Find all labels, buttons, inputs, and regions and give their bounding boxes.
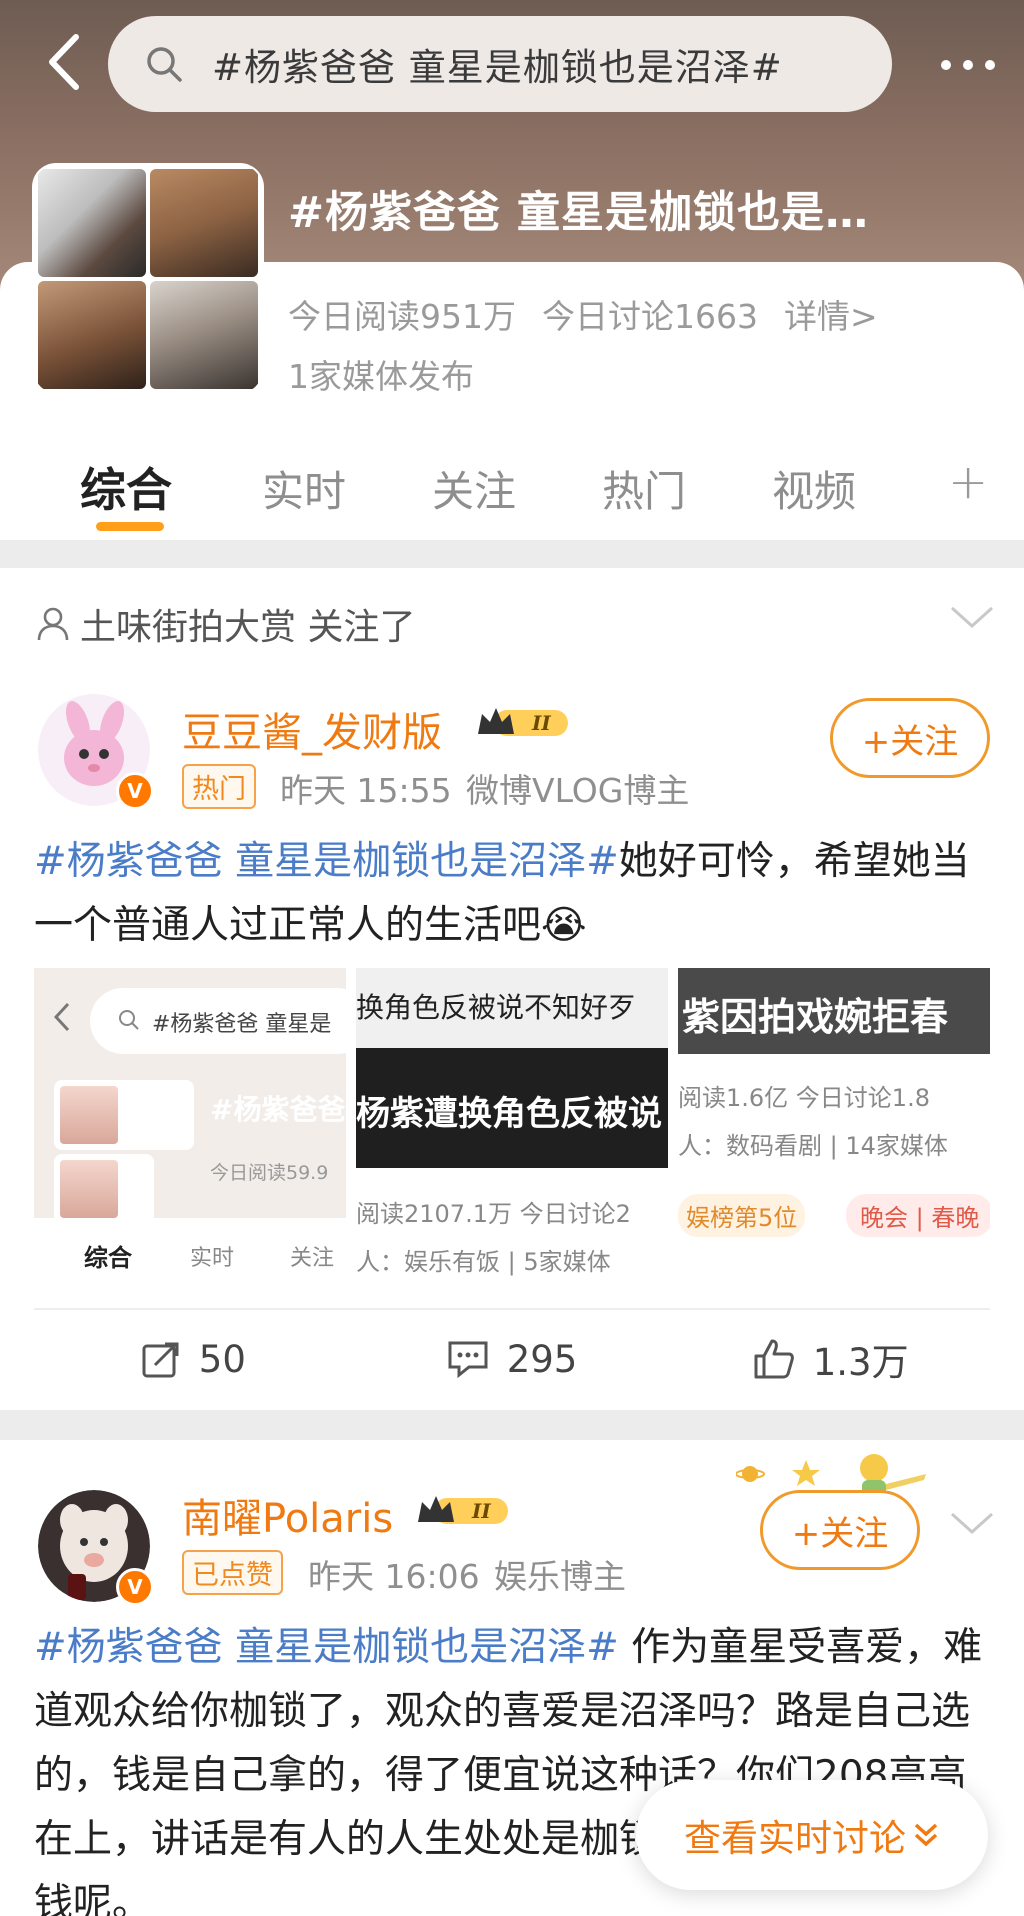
- post-source: 微博VLOG博主: [466, 771, 690, 810]
- mini-thumb: [54, 1154, 154, 1224]
- mini-read: 今日阅读59.9: [210, 1162, 329, 1184]
- thumbnail-tile: [150, 281, 258, 389]
- thumbnail-tile: [150, 169, 258, 277]
- follow-button[interactable]: +关注: [760, 1490, 920, 1570]
- comment-count: 295: [506, 1337, 578, 1381]
- mini-rank: 娱榜第5位: [678, 1194, 806, 1237]
- user-icon: [37, 607, 69, 641]
- mini-tab: 实时: [190, 1246, 235, 1271]
- view-realtime-button[interactable]: 查看实时讨论: [636, 1780, 988, 1890]
- username[interactable]: 南曜Polaris: [182, 1486, 393, 1544]
- more-dot-icon: [985, 60, 995, 70]
- hashtag-link[interactable]: #杨紫爸爸 童星是枷锁也是沼泽#: [34, 1625, 619, 1670]
- rank-badge-icon: II: [478, 708, 568, 736]
- details-link[interactable]: 详情>: [784, 290, 878, 338]
- hot-tag-badge: 热门: [182, 764, 256, 809]
- hashtag-link[interactable]: #杨紫爸爸 童星是枷锁也是沼泽#: [34, 839, 619, 884]
- more-options-button[interactable]: [920, 40, 1016, 90]
- mini-search-icon: [119, 1010, 139, 1030]
- thumbnail-tile: [38, 281, 146, 389]
- comment-button[interactable]: 295: [353, 1310, 672, 1408]
- mini-back-icon: [54, 1002, 70, 1032]
- post-image[interactable]: 紫因拍戏婉拒春 阅读1.6亿 今日讨论1.8 人：数码看剧 | 14家媒体 娱榜…: [678, 968, 990, 1288]
- rank-text: II: [471, 1499, 491, 1523]
- action-bar: 50 295 1.3万: [34, 1308, 990, 1408]
- like-count: 1.3万: [812, 1341, 909, 1384]
- like-button[interactable]: 1.3万: [671, 1310, 990, 1408]
- more-dot-icon: [963, 60, 973, 70]
- liked-tag-badge: 已点赞: [182, 1550, 283, 1595]
- repost-icon: [142, 1342, 179, 1378]
- mini-read: 阅读2107.1万 今日讨论2: [356, 1200, 631, 1228]
- topic-title: #杨紫爸爸 童星是枷锁也是…: [288, 188, 869, 238]
- topic-stats: 今日阅读951万 今日讨论1663 详情>: [288, 290, 878, 338]
- mini-who: 人：数码看剧 | 14家媒体: [678, 1132, 948, 1160]
- comment-icon: [448, 1341, 488, 1379]
- discuss-today: 今日讨论1663: [542, 297, 758, 336]
- mini-read: 阅读1.6亿 今日讨论1.8: [678, 1084, 930, 1112]
- active-tab-indicator: [96, 522, 164, 531]
- mini-title: #杨紫爸爸 童: [210, 1093, 346, 1126]
- post-time: 昨天 15:55: [280, 771, 452, 810]
- rank-badge-icon: II: [418, 1496, 508, 1524]
- mini-top-text: 换角色反被说不知好歹: [356, 991, 637, 1024]
- read-today: 今日阅读951万: [288, 297, 516, 336]
- avatar[interactable]: V: [38, 694, 154, 810]
- mini-top-text: 紫因拍戏婉拒春: [682, 995, 949, 1039]
- follow-note: 土味街拍大赏 关注了: [36, 598, 415, 650]
- mini-tab: 综合: [84, 1244, 132, 1272]
- more-dot-icon: [941, 60, 951, 70]
- verified-badge-icon: V: [116, 1568, 154, 1606]
- follow-note-text: 土味街拍大赏 关注了: [80, 607, 416, 648]
- search-bar[interactable]: #杨紫爸爸 童星是枷锁也是沼泽#: [108, 16, 892, 112]
- post-time: 昨天 16:06: [308, 1557, 480, 1596]
- media-count: 1家媒体发布: [288, 357, 474, 396]
- verified-badge-icon: V: [116, 772, 154, 810]
- repost-button[interactable]: 50: [34, 1310, 353, 1408]
- search-query: #杨紫爸爸 童星是枷锁也是沼泽#: [212, 46, 783, 89]
- view-realtime-label: 查看实时讨论: [684, 1817, 906, 1860]
- repost-count: 50: [198, 1337, 246, 1381]
- chevron-down-icon[interactable]: [950, 604, 994, 630]
- tab-following[interactable]: 关注: [432, 458, 516, 519]
- mini-tab: 关注: [290, 1246, 335, 1271]
- topic-thumbnail[interactable]: [34, 165, 262, 393]
- tab-realtime[interactable]: 实时: [262, 458, 346, 519]
- double-chevron-down-icon: [914, 1823, 938, 1847]
- tab-hot[interactable]: 热门: [602, 458, 686, 519]
- thumbnail-tile: [38, 169, 146, 277]
- rank-text: II: [531, 711, 551, 735]
- tab-bar: 综合 实时 关注 热门 视频 +: [0, 440, 1024, 540]
- post-source: 娱乐博主: [494, 1557, 626, 1596]
- mini-mid-text: 杨紫遭换角色反被说: [356, 1094, 662, 1134]
- username[interactable]: 豆豆酱_发财版: [182, 700, 442, 758]
- tab-comprehensive[interactable]: 综合: [80, 454, 172, 520]
- add-tab-button[interactable]: +: [948, 454, 988, 510]
- post-image[interactable]: #杨紫爸爸 童星是 #杨紫爸爸 童 今日阅读59.9 综合 实时 关注: [34, 968, 346, 1288]
- mini-search-text: #杨紫爸爸 童星是: [152, 1012, 332, 1037]
- image-strip: #杨紫爸爸 童星是 #杨紫爸爸 童 今日阅读59.9 综合 实时 关注 换角色反…: [34, 968, 990, 1288]
- post-image[interactable]: 换角色反被说不知好歹 杨紫遭换角色反被说 阅读2107.1万 今日讨论2 人：娱…: [356, 968, 668, 1288]
- back-arrow-icon: [49, 34, 79, 90]
- follow-button[interactable]: +关注: [830, 698, 990, 778]
- post-text: #杨紫爸爸 童星是枷锁也是沼泽#她好可怜，希望她当一个普通人过正常人的生活吧😭: [34, 830, 994, 958]
- avatar[interactable]: V: [38, 1490, 154, 1606]
- post-card: 土味街拍大赏 关注了 V 豆豆酱_发财版 II 热门 昨天 15:55 微博VL…: [0, 568, 1024, 1410]
- chevron-down-icon[interactable]: [950, 1510, 994, 1536]
- mini-tabs: 综合 实时 关注: [34, 1218, 346, 1288]
- mini-tag: 晚会 | 春晚: [846, 1194, 990, 1237]
- tab-video[interactable]: 视频: [772, 458, 856, 519]
- mini-thumb: [54, 1080, 194, 1150]
- search-icon: [147, 47, 182, 82]
- back-button[interactable]: [38, 30, 88, 94]
- mini-who: 人：娱乐有饭 | 5家媒体: [356, 1248, 611, 1276]
- thumbs-up-icon: [754, 1339, 794, 1379]
